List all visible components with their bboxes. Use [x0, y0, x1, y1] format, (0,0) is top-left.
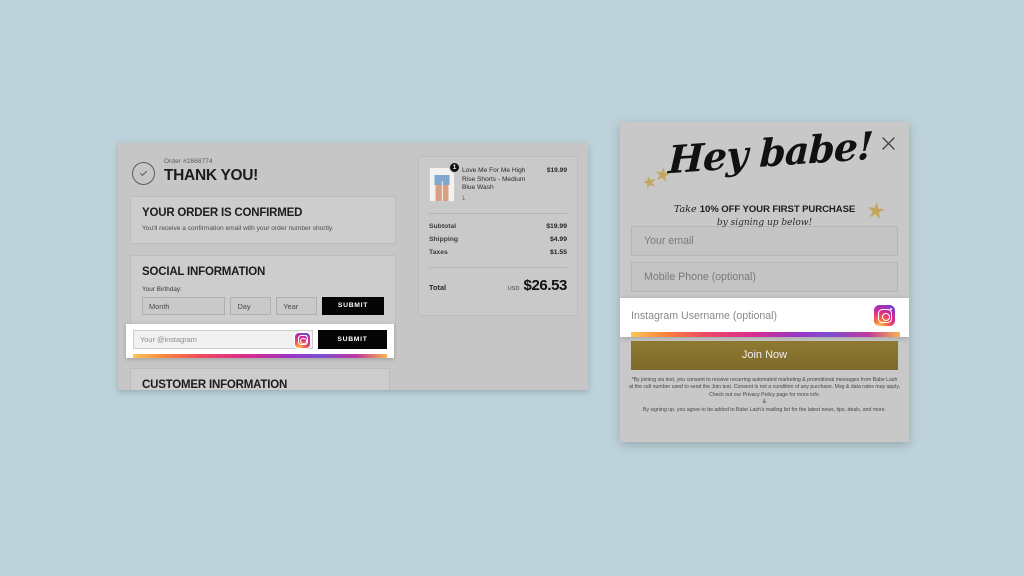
- join-now-button[interactable]: Join Now: [631, 341, 898, 370]
- total-value: $26.53: [523, 277, 568, 294]
- social-information-title: SOCIAL INFORMATION: [142, 266, 266, 278]
- summary-row-subtotal: Subtotal $19.99: [429, 223, 567, 230]
- customer-information-card: CUSTOMER INFORMATION: [130, 368, 390, 390]
- social-information-card: SOCIAL INFORMATION Your Birthday: Month …: [130, 255, 396, 326]
- birthday-submit-button[interactable]: SUBMIT: [322, 297, 384, 315]
- legal-ampersand: &: [762, 399, 767, 406]
- order-confirmed-subtitle: You'll receive a confirmation email with…: [142, 225, 334, 232]
- page-title: THANK YOU!: [164, 167, 259, 184]
- instagram-gradient-underline: [133, 354, 387, 358]
- order-summary-column: 1 Love Me For Me High Rise Shorts - Medi…: [408, 143, 588, 390]
- order-line-item: 1 Love Me For Me High Rise Shorts - Medi…: [429, 162, 567, 202]
- modal-offer-line: Take 10% OFF YOUR FIRST PURCHASE: [620, 204, 909, 215]
- product-price: $19.99: [546, 167, 567, 174]
- modal-headline: Hey babe!: [667, 122, 874, 183]
- phone-field[interactable]: Mobile Phone (optional): [631, 262, 898, 292]
- shipping-value: $4.99: [549, 236, 567, 243]
- total-label: Total: [429, 283, 447, 292]
- taxes-value: $1.55: [549, 249, 567, 256]
- thank-you-header: Order #2868774 THANK YOU!: [130, 157, 396, 185]
- summary-row-shipping: Shipping $4.99: [429, 236, 567, 243]
- instagram-icon: [874, 305, 895, 326]
- modal-offer-subtext: by signing up below!: [716, 218, 813, 228]
- check-circle-icon: [132, 162, 155, 185]
- legal-disclaimer: *By joining via text, you consent to rec…: [629, 377, 900, 414]
- taxes-label: Taxes: [429, 249, 448, 256]
- customer-information-title: CUSTOMER INFORMATION: [142, 379, 288, 390]
- subtotal-value: $19.99: [546, 223, 567, 230]
- instagram-field[interactable]: Instagram Username (optional): [631, 305, 900, 327]
- order-confirmed-card: YOUR ORDER IS CONFIRMED You'll receive a…: [130, 196, 396, 244]
- summary-row-taxes: Taxes $1.55: [429, 249, 567, 256]
- instagram-username-placeholder: Your @instagram: [140, 335, 197, 344]
- summary-divider-top: [429, 213, 567, 214]
- order-details-column: Order #2868774 THANK YOU! YOUR ORDER IS …: [118, 143, 408, 390]
- product-thumbnail-wrap: 1: [429, 162, 460, 202]
- instagram-signup-row-highlighted: Your @instagram SUBMIT: [126, 324, 394, 358]
- instagram-icon: [295, 332, 310, 348]
- product-info: Love Me For Me High Rise Shorts - Medium…: [462, 167, 540, 202]
- offer-prefix: Take: [673, 204, 700, 215]
- birthday-day-select[interactable]: Day: [230, 297, 272, 315]
- order-summary-box: 1 Love Me For Me High Rise Shorts - Medi…: [418, 156, 578, 316]
- shipping-label: Shipping: [429, 236, 459, 243]
- instagram-username-input[interactable]: Your @instagram: [133, 330, 313, 349]
- order-confirmed-title: YOUR ORDER IS CONFIRMED: [142, 207, 303, 219]
- instagram-gradient-underline: [631, 332, 900, 337]
- modal-hero: ★ ★ ★ Hey babe! Take 10% OFF YOUR FIRST …: [620, 122, 909, 228]
- birthday-month-select[interactable]: Month: [142, 297, 226, 315]
- summary-row-total: Total USD $26.53: [429, 277, 567, 294]
- legal-text-part-2: By signing up, you agree to be added to …: [642, 406, 887, 413]
- subtotal-label: Subtotal: [429, 223, 457, 230]
- email-field[interactable]: Your email: [631, 226, 898, 256]
- birthday-label: Your Birthday:: [142, 286, 182, 293]
- instagram-submit-button[interactable]: SUBMIT: [318, 330, 387, 349]
- order-confirmation-panel: Order #2868774 THANK YOU! YOUR ORDER IS …: [118, 143, 588, 390]
- product-name: Love Me For Me High Rise Shorts - Medium…: [462, 167, 526, 192]
- product-quantity: 1: [462, 195, 466, 202]
- instagram-field-placeholder: Instagram Username (optional): [631, 310, 778, 322]
- offer-bold: 10% OFF YOUR FIRST PURCHASE: [699, 204, 856, 215]
- legal-text-part-1: *By joining via text, you consent to rec…: [629, 377, 900, 398]
- instagram-field-highlighted: Instagram Username (optional): [620, 298, 909, 337]
- birthday-year-select[interactable]: Year: [276, 297, 317, 315]
- screen: Order #2868774 THANK YOU! YOUR ORDER IS …: [0, 0, 1024, 576]
- order-number: Order #2868774: [164, 158, 213, 165]
- total-currency: USD: [507, 286, 520, 292]
- customer-information-wrap: CUSTOMER INFORMATION: [130, 368, 390, 390]
- birthday-field-row: Month Day Year SUBMIT: [142, 297, 384, 315]
- instagram-input-row: Your @instagram SUBMIT: [133, 330, 387, 349]
- total-amount-group: USD $26.53: [507, 277, 568, 294]
- quantity-badge: 1: [449, 162, 460, 173]
- signup-modal: ★ ★ ★ Hey babe! Take 10% OFF YOUR FIRST …: [620, 122, 909, 442]
- summary-divider-bottom: [429, 267, 567, 268]
